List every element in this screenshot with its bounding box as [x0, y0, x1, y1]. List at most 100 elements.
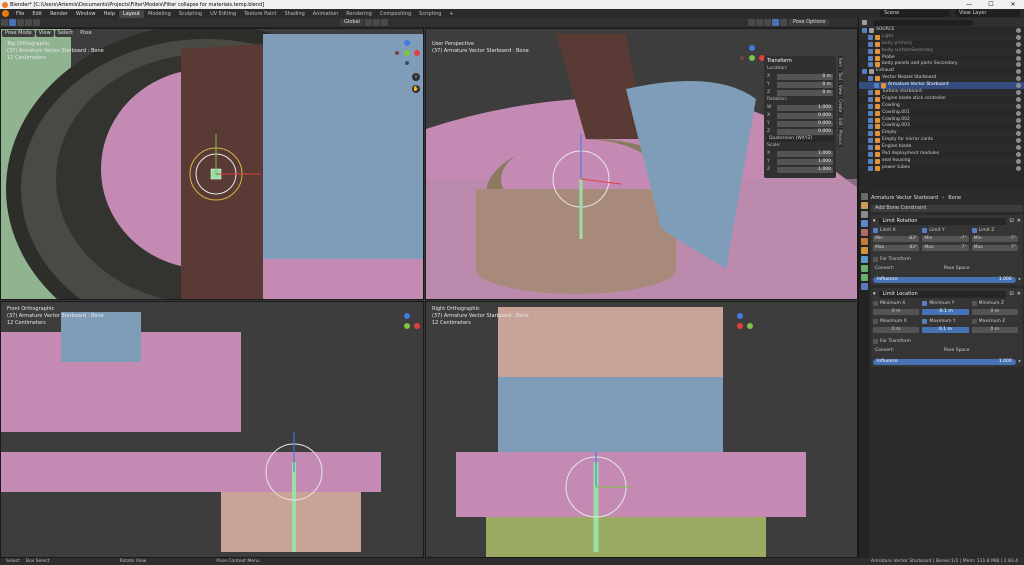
- loc-z-field[interactable]: 0 m: [777, 89, 833, 96]
- limit-y-min-field[interactable]: Min -7°: [922, 236, 969, 242]
- editor-type-icon[interactable]: [1, 19, 8, 26]
- loc-x-field[interactable]: 0 m: [777, 73, 833, 80]
- select-menu[interactable]: Select: [54, 29, 77, 37]
- visibility-eye-icon[interactable]: [1016, 96, 1021, 102]
- outliner-item[interactable]: body surfaceSeconday: [859, 47, 1024, 55]
- menu-help[interactable]: Help: [100, 11, 119, 17]
- scale-z-field[interactable]: 1.000: [777, 166, 833, 173]
- orientation-dropdown[interactable]: Global: [340, 19, 364, 26]
- workspace-tab-rendering[interactable]: Rendering: [342, 10, 376, 18]
- animate-property-icon[interactable]: ▸: [1019, 359, 1021, 364]
- minimum-z-checkbox[interactable]: [971, 301, 977, 306]
- rotation-mode-dropdown[interactable]: Quaternion (WXYZ): [767, 136, 833, 142]
- outliner-editor-icon[interactable]: [862, 20, 867, 25]
- snap-icon[interactable]: [372, 19, 380, 26]
- view-layer-selector[interactable]: View Layer: [955, 10, 1020, 17]
- influence-slider[interactable]: Influence 1.000: [873, 276, 1016, 283]
- outliner-item[interactable]: Light: [859, 33, 1024, 41]
- render-tab-icon[interactable]: [860, 202, 868, 209]
- constraint-toggle-icon[interactable]: ☑: [1009, 218, 1013, 224]
- material-shading-icon[interactable]: [779, 19, 787, 26]
- loc-y-field[interactable]: 0 m: [777, 81, 833, 88]
- output-tab-icon[interactable]: [860, 211, 868, 218]
- box-select-icon[interactable]: [17, 19, 24, 26]
- minimize-button[interactable]: —: [958, 0, 980, 9]
- exclude-checkbox[interactable]: [868, 103, 873, 109]
- menu-render[interactable]: Render: [46, 11, 72, 17]
- viewport-right-orthographic[interactable]: Right Orthographic (37) Armature Vector …: [425, 301, 858, 558]
- outliner-item[interactable]: Cowling: [859, 102, 1024, 110]
- navigation-gizmo-icon[interactable]: [726, 312, 754, 340]
- exclude-checkbox[interactable]: [868, 41, 873, 47]
- mode-dropdown[interactable]: Pose Mode: [2, 29, 35, 37]
- add-workspace-button[interactable]: +: [445, 10, 457, 18]
- view-menu[interactable]: View: [35, 29, 54, 37]
- maximum-x-checkbox[interactable]: [873, 319, 878, 324]
- view-layer-tab-icon[interactable]: [860, 220, 868, 227]
- collapse-chevron-icon[interactable]: ▾: [873, 291, 876, 297]
- outliner-item[interactable]: Engine blade stick controller: [859, 96, 1024, 103]
- for-transform-checkbox[interactable]: [873, 339, 878, 344]
- exclude-checkbox[interactable]: [868, 48, 873, 54]
- for-transform-checkbox[interactable]: [873, 257, 878, 262]
- scale-x-field[interactable]: 1.000: [777, 150, 833, 157]
- visibility-eye-icon[interactable]: [1016, 131, 1021, 137]
- exclude-checkbox[interactable]: [868, 89, 873, 95]
- navigation-gizmo-icon[interactable]: [738, 44, 766, 72]
- workspace-tab-texture-paint[interactable]: Texture Paint: [240, 10, 280, 18]
- menu-edit[interactable]: Edit: [28, 11, 46, 17]
- scale-y-field[interactable]: 1.000: [777, 158, 833, 165]
- visibility-eye-icon[interactable]: [1016, 110, 1021, 116]
- visibility-eye-icon[interactable]: [1016, 138, 1021, 144]
- visibility-eye-icon[interactable]: [1016, 124, 1021, 130]
- scene-selector[interactable]: Scene: [880, 10, 950, 17]
- limit-location-name-field[interactable]: Limit Location: [878, 290, 1007, 298]
- outliner-item[interactable]: Pod deployment modules: [859, 151, 1024, 158]
- lasso-select-icon[interactable]: [33, 19, 40, 26]
- minimum-x-checkbox[interactable]: [873, 301, 878, 306]
- constraint-remove-icon[interactable]: ✕: [1017, 291, 1021, 297]
- exclude-checkbox[interactable]: [868, 138, 873, 144]
- armature-data-tab-icon[interactable]: [860, 265, 868, 272]
- animate-property-icon[interactable]: ▸: [1019, 277, 1021, 282]
- object-tab-icon[interactable]: [860, 247, 868, 254]
- limit-z-checkbox[interactable]: [971, 228, 977, 233]
- navigation-gizmo-icon[interactable]: [393, 39, 421, 67]
- limit-z-max-field[interactable]: Max 7°: [971, 245, 1018, 251]
- convert-space-dropdown[interactable]: Pose Space: [944, 266, 970, 273]
- viewport-top-orthographic[interactable]: Pose Mode View Select Pose Top Orthograp…: [0, 28, 424, 300]
- workspace-tab-uv-editing[interactable]: UV Editing: [206, 10, 240, 18]
- world-tab-icon[interactable]: [860, 238, 868, 245]
- minimum-x-field[interactable]: 0 m: [873, 309, 920, 315]
- sidebar-tab-physics[interactable]: Physics: [838, 128, 843, 148]
- outliner-item[interactable]: Turbine starboard: [859, 89, 1024, 96]
- menu-window[interactable]: Window: [72, 11, 100, 17]
- minimum-z-field[interactable]: 0 m: [971, 309, 1018, 315]
- exclude-checkbox[interactable]: [868, 158, 873, 164]
- visibility-eye-icon[interactable]: [1016, 55, 1021, 61]
- add-bone-constraint-dropdown[interactable]: Add Bone Constraint: [871, 205, 1023, 212]
- rot-w-field[interactable]: 1.000: [777, 104, 833, 111]
- exclude-checkbox[interactable]: [862, 27, 867, 33]
- modifier-tab-icon[interactable]: [860, 256, 868, 263]
- proportional-icon[interactable]: [380, 19, 388, 26]
- navigation-gizmo-icon[interactable]: [393, 312, 421, 340]
- influence-slider[interactable]: Influence 1.000: [873, 358, 1016, 365]
- xray-icon[interactable]: [763, 19, 771, 26]
- sidebar-tab-edit[interactable]: Edit: [838, 115, 843, 128]
- workspace-tab-layout[interactable]: Layout: [119, 9, 144, 18]
- limit-y-checkbox[interactable]: [922, 228, 928, 233]
- exclude-checkbox[interactable]: [868, 131, 873, 137]
- outliner-item[interactable]: Armature Vector Starboard: [859, 82, 1024, 90]
- exclude-checkbox[interactable]: [868, 55, 873, 61]
- outliner-item[interactable]: Engine blade: [859, 144, 1024, 152]
- minimum-y-field[interactable]: -0.1 m: [922, 309, 969, 315]
- exclude-checkbox[interactable]: [868, 96, 873, 102]
- select-tool-icon[interactable]: [9, 19, 16, 26]
- close-button[interactable]: ✕: [1002, 0, 1024, 9]
- constraint-remove-icon[interactable]: ✕: [1017, 218, 1021, 224]
- blender-menu-icon[interactable]: [2, 10, 9, 17]
- limit-y-max-field[interactable]: Max 7°: [922, 245, 969, 251]
- limit-x-max-field[interactable]: Max 83°: [873, 245, 920, 251]
- zoom-icon[interactable]: ⌕: [412, 73, 420, 81]
